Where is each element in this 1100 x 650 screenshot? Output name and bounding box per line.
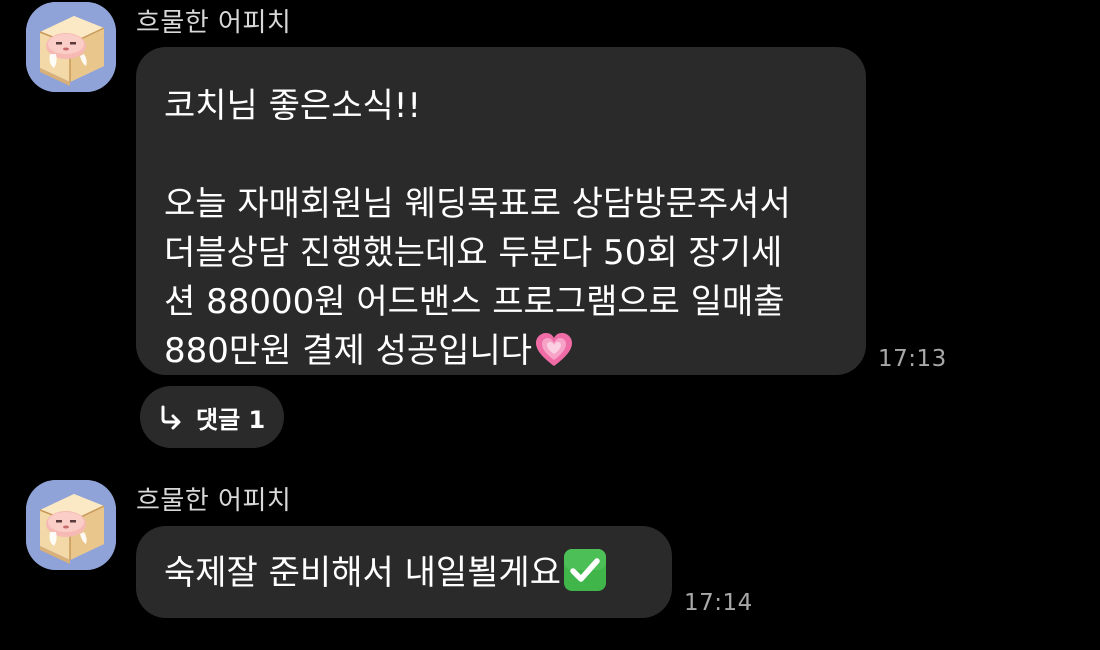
reply-arrow-icon bbox=[161, 405, 181, 430]
message-text: 880만원 결제 성공입니다 bbox=[164, 331, 533, 371]
message-bubble[interactable]: 숙제잘 준비해서 내일뵐게요 bbox=[136, 526, 672, 618]
message-timestamp: 17:14 bbox=[684, 590, 753, 616]
message-bubble[interactable]: 코치님 좋은소식!! 오늘 자매회원님 웨딩목표로 상담방문주셔서 더블상담 진… bbox=[136, 47, 866, 375]
message-text-line: 션 88000원 어드밴스 프로그램으로 일매출 bbox=[164, 282, 785, 322]
avatar[interactable] bbox=[26, 480, 116, 570]
message-timestamp: 17:13 bbox=[878, 346, 947, 372]
sender-name: 흐물한 어피치 bbox=[136, 486, 292, 516]
message-text-line: 오늘 자매회원님 웨딩목표로 상담방문주셔서 bbox=[164, 184, 791, 224]
chat-thread: 흐물한 어피치 코치님 좋은소식!! 오늘 자매회원님 웨딩목표로 상담방문주셔… bbox=[0, 0, 1100, 650]
reply-thread-button[interactable]: 댓글 1 bbox=[140, 386, 284, 448]
avatar[interactable] bbox=[26, 2, 116, 92]
message-text-line-last: 880만원 결제 성공입니다 bbox=[164, 327, 838, 376]
message-text: 숙제잘 준비해서 내일뵐게요 bbox=[164, 553, 561, 593]
heart-emoji-icon bbox=[536, 333, 573, 366]
message-text-line: 코치님 좋은소식!! bbox=[164, 86, 422, 126]
message-text-line bbox=[164, 131, 838, 180]
peach-character-icon bbox=[26, 480, 116, 570]
message-text-line-last: 숙제잘 준비해서 내일뵐게요 bbox=[164, 548, 644, 597]
check-mark-emoji-icon bbox=[563, 549, 606, 591]
sender-name: 흐물한 어피치 bbox=[136, 8, 292, 38]
reply-count-label: 댓글 1 bbox=[196, 405, 266, 434]
peach-character-icon bbox=[26, 2, 116, 92]
message-text-line: 더블상담 진행했는데요 두분다 50회 장기세 bbox=[164, 233, 783, 273]
